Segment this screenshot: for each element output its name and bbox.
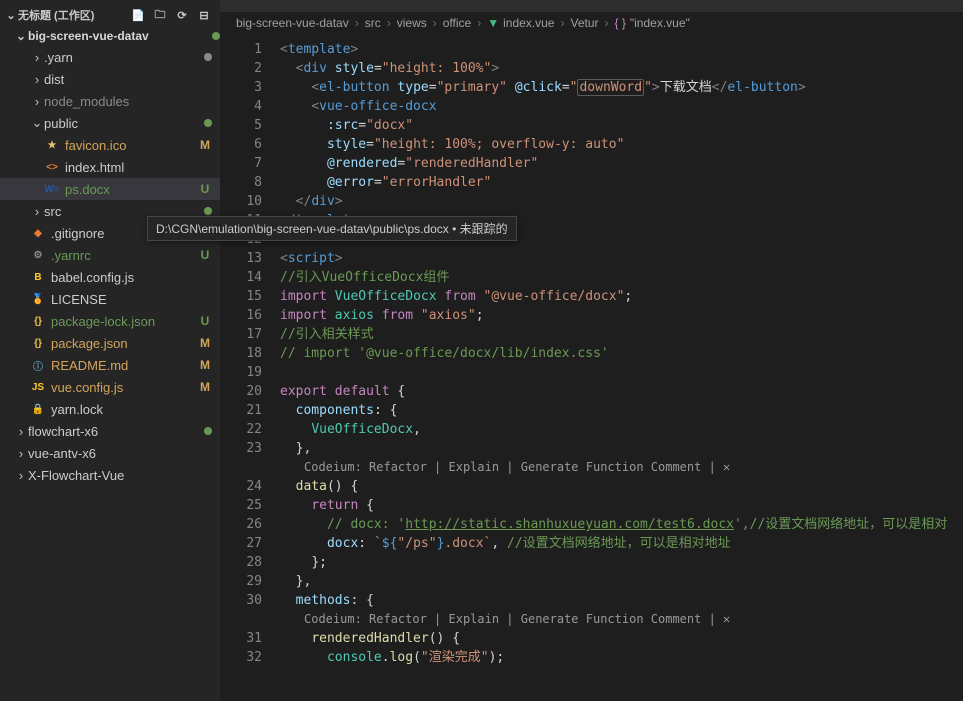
file-icon: 🔒	[30, 401, 46, 417]
file-icon: ⚙	[30, 247, 46, 263]
tree-item-label: node_modules	[44, 94, 212, 109]
line-gutter: 1234567810111213141516171819202122232425…	[220, 34, 280, 701]
file-icon: 🏅	[30, 291, 46, 307]
tree-item-label: dist	[44, 72, 212, 87]
tree-item-label: ps.docx	[65, 182, 198, 197]
file-icon: {}	[30, 335, 46, 351]
git-status-badge: M	[198, 358, 212, 372]
tree-item-label: package-lock.json	[51, 314, 198, 329]
tree-item-label: LICENSE	[51, 292, 212, 307]
file-icon: ◆	[30, 225, 46, 241]
tree-folder[interactable]: ›dist	[0, 68, 220, 90]
chevron-icon: ›	[30, 50, 44, 65]
tree-folder[interactable]: ›vue-antv-x6	[0, 442, 220, 464]
breadcrumb-item[interactable]: office	[443, 16, 471, 30]
tree-file[interactable]: JS vue.config.jsM	[0, 376, 220, 398]
tree-file[interactable]: ★ favicon.icoM	[0, 134, 220, 156]
file-icon: <>	[44, 159, 60, 175]
tree-file[interactable]: {} package-lock.jsonU	[0, 310, 220, 332]
breadcrumb[interactable]: big-screen-vue-datav› src› views› office…	[220, 12, 963, 34]
tree-item-label: package.json	[51, 336, 198, 351]
tree-file[interactable]: 🏅 LICENSE	[0, 288, 220, 310]
tree-file[interactable]: {} package.jsonM	[0, 332, 220, 354]
file-icon: W≡	[44, 181, 60, 197]
git-status-badge: M	[198, 380, 212, 394]
file-explorer: ⌄ 无标题 (工作区) 📄 🗀 ⟳ ⊟ ⌄ big-screen-vue-dat…	[0, 0, 220, 701]
chevron-down-icon: ⌄	[14, 29, 28, 43]
file-icon: ★	[44, 137, 60, 153]
tree-item-label: vue-antv-x6	[28, 446, 212, 461]
modified-dot-icon	[212, 32, 220, 40]
refresh-icon[interactable]: ⟳	[174, 7, 190, 23]
git-status-badge: M	[198, 138, 212, 152]
tree-item-label: babel.config.js	[51, 270, 212, 285]
codelens[interactable]: Codeium: Refactor | Explain | Generate F…	[280, 458, 963, 477]
project-name: big-screen-vue-datav	[28, 29, 149, 43]
breadcrumb-item[interactable]: views	[397, 16, 427, 30]
tree-folder[interactable]: ›node_modules	[0, 90, 220, 112]
git-status-badge: U	[198, 248, 212, 262]
editor-area: big-screen-vue-datav› src› views› office…	[220, 0, 963, 701]
git-status-badge: U	[198, 314, 212, 328]
new-folder-icon[interactable]: 🗀	[152, 7, 168, 23]
tree-file[interactable]: Bbabel.config.js	[0, 266, 220, 288]
workspace-root[interactable]: ⌄ 无标题 (工作区) 📄 🗀 ⟳ ⊟	[0, 4, 220, 26]
tree-item-label: index.html	[65, 160, 212, 175]
file-icon: ⓘ	[30, 357, 46, 373]
new-file-icon[interactable]: 📄	[130, 7, 146, 23]
modified-dot-icon	[204, 427, 212, 435]
tree-folder[interactable]: ›flowchart-x6	[0, 420, 220, 442]
tree-item-label: X-Flowchart-Vue	[28, 468, 212, 483]
chevron-icon: ›	[14, 446, 28, 461]
chevron-icon: ›	[30, 72, 44, 87]
code-editor[interactable]: 1234567810111213141516171819202122232425…	[220, 34, 963, 701]
tree-file[interactable]: ⚙ .yarnrcU	[0, 244, 220, 266]
project-root[interactable]: ⌄ big-screen-vue-datav	[0, 26, 220, 46]
code-content[interactable]: <template> <div style="height: 100%"> <e…	[280, 34, 963, 701]
file-icon: {}	[30, 313, 46, 329]
chevron-icon: ›	[14, 424, 28, 439]
breadcrumb-item[interactable]: src	[365, 16, 381, 30]
breadcrumb-item[interactable]: ▼ index.vue	[487, 16, 554, 30]
tree-item-label: favicon.ico	[65, 138, 198, 153]
tree-folder[interactable]: ›X-Flowchart-Vue	[0, 464, 220, 486]
tree-file[interactable]: ⓘ README.mdM	[0, 354, 220, 376]
tree-item-label: yarn.lock	[51, 402, 212, 417]
tree-file[interactable]: 🔒 yarn.lock	[0, 398, 220, 420]
tree-item-label: vue.config.js	[51, 380, 198, 395]
git-status-badge: U	[198, 182, 212, 196]
tree-folder[interactable]: ⌄public	[0, 112, 220, 134]
breadcrumb-item[interactable]: big-screen-vue-datav	[236, 16, 349, 30]
chevron-icon: ›	[30, 204, 44, 219]
file-tooltip: D:\CGN\emulation\big-screen-vue-datav\pu…	[147, 216, 517, 241]
tree-item-label: README.md	[51, 358, 198, 373]
vue-icon: ▼	[487, 16, 499, 30]
modified-dot-icon	[204, 53, 212, 61]
tree-file[interactable]: W≡ ps.docxU	[0, 178, 220, 200]
tab-strip[interactable]	[220, 0, 963, 12]
file-icon: B	[30, 269, 46, 285]
braces-icon: { }	[615, 16, 626, 30]
workspace-label: 无标题 (工作区)	[18, 7, 94, 23]
tree-item-label: public	[44, 116, 204, 131]
breadcrumb-item[interactable]: Vetur	[570, 16, 598, 30]
tree-item-label: flowchart-x6	[28, 424, 204, 439]
breadcrumb-item[interactable]: { } "index.vue"	[615, 16, 690, 30]
file-tree: ›.yarn›dist›node_modules⌄public★favicon.…	[0, 46, 220, 486]
file-icon: JS	[30, 379, 46, 395]
modified-dot-icon	[204, 207, 212, 215]
chevron-icon: ›	[14, 468, 28, 483]
modified-dot-icon	[204, 119, 212, 127]
codelens[interactable]: Codeium: Refactor | Explain | Generate F…	[280, 610, 963, 629]
tree-item-label: .yarnrc	[51, 248, 198, 263]
chevron-icon: ⌄	[30, 115, 44, 131]
chevron-down-icon: ⌄	[4, 9, 18, 22]
chevron-icon: ›	[30, 94, 44, 109]
git-status-badge: M	[198, 336, 212, 350]
tree-item-label: .yarn	[44, 50, 204, 65]
collapse-all-icon[interactable]: ⊟	[196, 7, 212, 23]
tree-folder[interactable]: ›.yarn	[0, 46, 220, 68]
tree-file[interactable]: <> index.html	[0, 156, 220, 178]
